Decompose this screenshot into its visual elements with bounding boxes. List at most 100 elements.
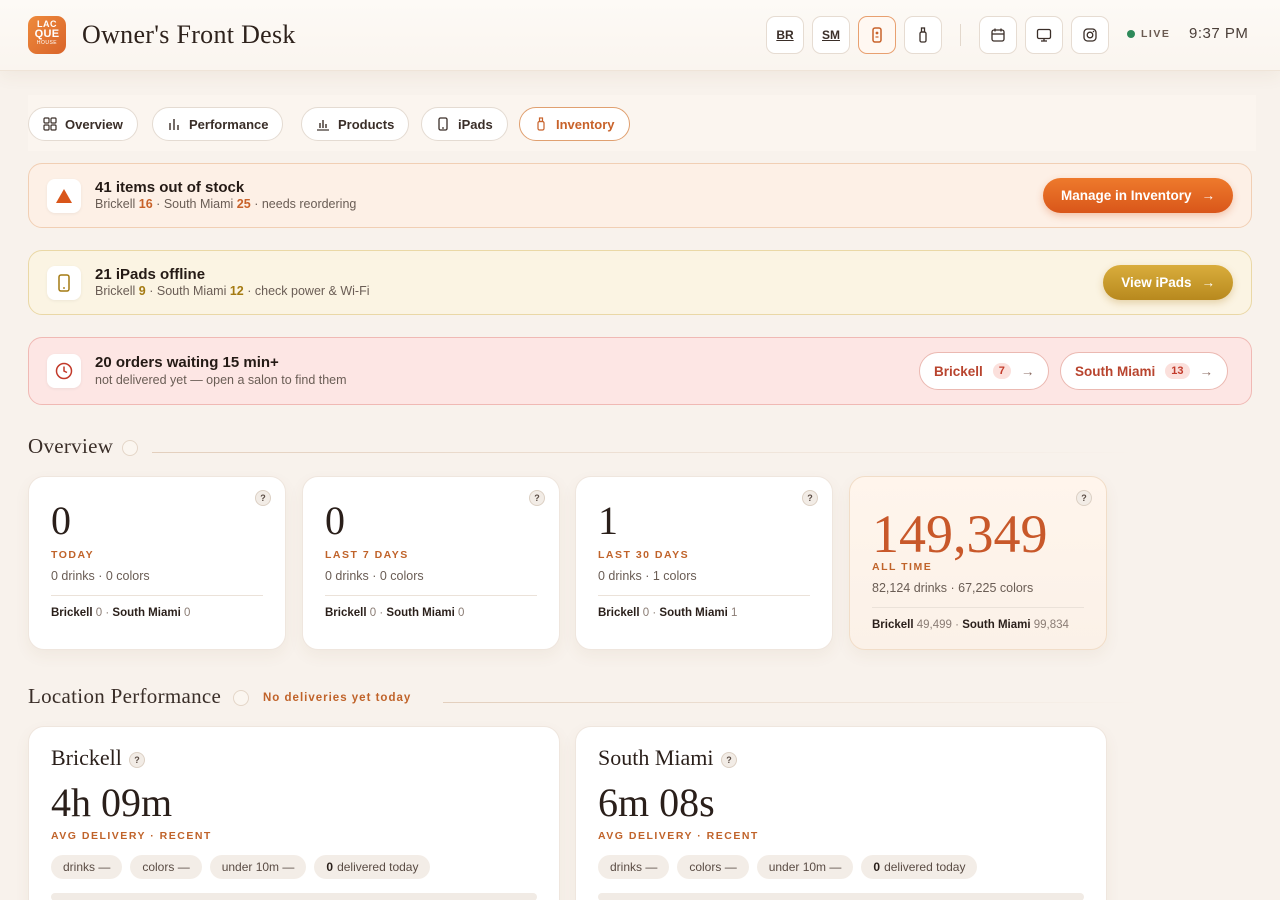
phone-icon bbox=[58, 274, 70, 292]
tab-performance[interactable]: Performance bbox=[152, 107, 284, 141]
stat-value: 1 bbox=[598, 498, 618, 543]
live-label: LIVE bbox=[1141, 28, 1171, 40]
view-ipads-label: View iPads bbox=[1121, 275, 1192, 290]
stat-subtext: 0 drinks · 0 colors bbox=[325, 569, 424, 583]
tab-overview-label: Overview bbox=[65, 116, 123, 132]
manage-inventory-button[interactable]: Manage in Inventory → bbox=[1042, 178, 1233, 213]
view-ipads-button[interactable]: View iPads → bbox=[1103, 265, 1233, 300]
tab-overview[interactable]: Overview bbox=[28, 107, 138, 141]
arrow-right-icon: → bbox=[1199, 363, 1214, 379]
south-miami-orders-count: 13 bbox=[1165, 363, 1190, 379]
stock-brickell-count: 16 bbox=[138, 197, 153, 211]
clock-icon bbox=[55, 362, 73, 380]
live-indicator: LIVE bbox=[1127, 28, 1170, 40]
brickell-orders-button[interactable]: Brickell 7 → bbox=[919, 352, 1050, 390]
loc-brickell-value: 0 bbox=[95, 607, 103, 619]
loc-south-miami-value: 99,834 bbox=[1033, 619, 1069, 631]
loc-south-miami-value: 0 bbox=[457, 607, 465, 619]
calendar-button[interactable] bbox=[979, 16, 1017, 54]
clock-icon-box bbox=[47, 354, 81, 388]
remote-button[interactable] bbox=[858, 16, 896, 54]
orders-waiting-detail: not delivered yet — open a salon to find… bbox=[95, 373, 347, 387]
ipads-separator: · bbox=[149, 284, 154, 298]
overview-section-title: Overview bbox=[28, 434, 114, 458]
tablet-icon bbox=[438, 117, 448, 131]
south-miami-orders-button[interactable]: South Miami 13 → bbox=[1060, 352, 1228, 390]
stat-value: 0 bbox=[51, 498, 71, 543]
ipads-offline-title: 21 iPads offline bbox=[95, 266, 206, 283]
avg-delivery-label: AVG DELIVERY · RECENT bbox=[51, 830, 212, 842]
help-icon[interactable]: ? bbox=[529, 490, 545, 506]
stat-divider bbox=[598, 595, 810, 596]
metric-chips: drinks — colors — under 10m — 0 delivere… bbox=[51, 855, 431, 879]
grid-icon bbox=[43, 117, 57, 131]
ipads-offline-alert: 21 iPads offline Brickell 9 · South Miam… bbox=[28, 250, 1252, 315]
metric-chips: drinks — colors — under 10m — 0 delivere… bbox=[598, 855, 978, 879]
stat-card-30-days: ? 1 LAST 30 DAYS 0 drinks · 1 colors Bri… bbox=[575, 476, 833, 650]
help-icon[interactable]: ? bbox=[802, 490, 818, 506]
colors-chip: colors — bbox=[677, 855, 749, 879]
loc-south-miami-label: South Miami bbox=[962, 619, 1031, 631]
location-name: Brickell bbox=[51, 745, 122, 770]
logo-line-2: QUE bbox=[34, 28, 60, 40]
bottle-button[interactable] bbox=[904, 16, 942, 54]
brickell-orders-count: 7 bbox=[992, 363, 1011, 379]
brickell-switch-button[interactable]: BR bbox=[766, 16, 804, 54]
phone-icon-box bbox=[47, 266, 81, 300]
loc-south-miami-label: South Miami bbox=[386, 607, 455, 619]
avg-delivery-time: 4h 09m bbox=[51, 780, 173, 825]
stat-value: 0 bbox=[325, 498, 345, 543]
delivered-label: delivered today bbox=[884, 860, 966, 874]
location-performance-divider bbox=[443, 702, 1143, 703]
no-deliveries-status: No deliveries yet today bbox=[263, 692, 412, 704]
tab-ipads[interactable]: iPads bbox=[421, 107, 508, 141]
tab-inventory-label: Inventory bbox=[556, 116, 615, 132]
loc-brickell-label: Brickell bbox=[872, 619, 914, 631]
colors-chip: colors — bbox=[130, 855, 202, 879]
avg-delivery-label: AVG DELIVERY · RECENT bbox=[598, 830, 759, 842]
delivery-progress-bar bbox=[51, 893, 537, 900]
products-chart-icon bbox=[317, 120, 329, 131]
bar-chart-icon bbox=[169, 119, 179, 130]
tab-inventory[interactable]: Inventory bbox=[519, 107, 630, 141]
calendar-icon bbox=[991, 28, 1005, 42]
ipads-south-miami-label: South Miami bbox=[156, 284, 227, 298]
location-performance-marker bbox=[233, 690, 249, 706]
help-icon[interactable]: ? bbox=[721, 752, 737, 768]
header-divider bbox=[960, 24, 961, 46]
orders-waiting-alert: 20 orders waiting 15 min+ not delivered … bbox=[28, 337, 1252, 405]
tab-products[interactable]: Products bbox=[301, 107, 410, 141]
overview-section-marker bbox=[122, 440, 138, 456]
stat-subtext: 82,124 drinks · 67,225 colors bbox=[872, 581, 1034, 595]
location-card-south-miami[interactable]: South Miami ? 6m 08s AVG DELIVERY · RECE… bbox=[575, 726, 1107, 900]
south-miami-switch-button[interactable]: SM bbox=[812, 16, 850, 54]
live-dot-icon bbox=[1127, 30, 1135, 38]
delivered-today-chip: 0 delivered today bbox=[314, 855, 431, 879]
help-icon[interactable]: ? bbox=[129, 752, 145, 768]
display-button[interactable] bbox=[1025, 16, 1063, 54]
arrow-right-icon: → bbox=[1201, 188, 1216, 203]
stat-location-breakdown: Brickell 0 · South Miami 1 bbox=[598, 607, 738, 619]
help-icon[interactable]: ? bbox=[1076, 490, 1092, 506]
instagram-button[interactable] bbox=[1071, 16, 1109, 54]
delivered-count: 0 bbox=[326, 860, 334, 874]
stat-label: LAST 30 DAYS bbox=[598, 549, 690, 561]
lacque-house-logo[interactable]: LAC QUE HOUSE bbox=[28, 16, 66, 54]
location-performance-title: Location Performance bbox=[28, 684, 222, 708]
drinks-chip: drinks — bbox=[598, 855, 670, 879]
delivered-label: delivered today bbox=[337, 860, 419, 874]
delivered-count: 0 bbox=[873, 860, 881, 874]
help-icon[interactable]: ? bbox=[255, 490, 271, 506]
location-card-brickell[interactable]: Brickell ? 4h 09m AVG DELIVERY · RECENT … bbox=[28, 726, 560, 900]
drinks-chip: drinks — bbox=[51, 855, 123, 879]
loc-south-miami-value: 1 bbox=[730, 607, 738, 619]
stock-brickell-label: Brickell bbox=[95, 197, 136, 211]
avg-delivery-time: 6m 08s bbox=[598, 780, 715, 825]
stat-location-breakdown: Brickell 49,499 · South Miami 99,834 bbox=[872, 619, 1069, 631]
ipads-suffix: check power & Wi-Fi bbox=[254, 284, 370, 298]
stat-divider bbox=[325, 595, 537, 596]
loc-brickell-value: 49,499 bbox=[916, 619, 952, 631]
clock: 9:37 PM bbox=[1189, 25, 1249, 42]
warning-icon-box bbox=[47, 179, 81, 213]
stat-divider bbox=[51, 595, 263, 596]
